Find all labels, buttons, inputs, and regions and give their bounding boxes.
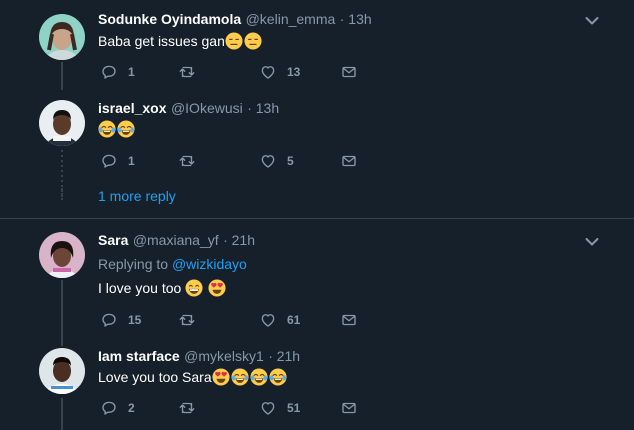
display-name[interactable]: Iam starface bbox=[98, 348, 180, 364]
envelope-icon bbox=[340, 152, 358, 170]
timestamp[interactable]: · 21h bbox=[268, 348, 300, 364]
tweet-text: I love you too bbox=[98, 279, 227, 297]
thread-line bbox=[61, 398, 63, 430]
display-name[interactable]: Sodunke Oyindamola bbox=[98, 11, 241, 27]
thread-line bbox=[61, 62, 63, 90]
tweet-header: Sodunke Oyindamola @kelin_emma · 13h bbox=[98, 11, 372, 29]
expressionless-emoji-icon bbox=[225, 32, 243, 50]
dm-button[interactable] bbox=[340, 311, 358, 329]
reply-count: 1 bbox=[128, 154, 135, 168]
reply-count: 2 bbox=[128, 401, 135, 415]
envelope-icon bbox=[340, 63, 358, 81]
retweet-icon bbox=[178, 399, 196, 417]
like-count: 51 bbox=[287, 401, 301, 415]
thread-dots bbox=[61, 188, 63, 203]
like-button[interactable]: 61 bbox=[259, 311, 300, 329]
reply-button[interactable]: 2 bbox=[100, 399, 135, 417]
reply-button[interactable]: 1 bbox=[100, 63, 135, 81]
joy-emoji-icon bbox=[250, 368, 268, 386]
tweet-header: israel_xox @IOkewusi · 13h bbox=[98, 100, 279, 118]
display-name[interactable]: israel_xox bbox=[98, 100, 167, 116]
heart-icon bbox=[259, 63, 277, 81]
thread-line bbox=[61, 280, 63, 346]
like-count: 13 bbox=[287, 65, 301, 79]
like-button[interactable]: 5 bbox=[259, 152, 294, 170]
dm-button[interactable] bbox=[340, 63, 358, 81]
tweet-text: Love you too Sara bbox=[98, 368, 288, 386]
joy-emoji-icon bbox=[269, 368, 287, 386]
reply-button[interactable]: 15 bbox=[100, 311, 141, 329]
expressionless-emoji-icon bbox=[244, 32, 262, 50]
like-count: 61 bbox=[287, 313, 301, 327]
display-name[interactable]: Sara bbox=[98, 232, 128, 248]
heart-icon bbox=[259, 152, 277, 170]
handle[interactable]: @maxiana_yf bbox=[133, 232, 219, 248]
envelope-icon bbox=[340, 399, 358, 417]
joy-emoji-icon bbox=[98, 120, 116, 138]
joy-emoji-icon bbox=[117, 120, 135, 138]
like-button[interactable]: 51 bbox=[259, 399, 300, 417]
reply-icon bbox=[100, 152, 118, 170]
heart-icon bbox=[259, 399, 277, 417]
retweet-icon bbox=[178, 152, 196, 170]
avatar[interactable] bbox=[39, 232, 85, 278]
like-count: 5 bbox=[287, 154, 294, 168]
reply-count: 15 bbox=[128, 313, 142, 327]
envelope-icon bbox=[340, 311, 358, 329]
dm-button[interactable] bbox=[340, 399, 358, 417]
handle[interactable]: @IOkewusi bbox=[171, 100, 243, 116]
divider bbox=[0, 218, 634, 219]
reply-icon bbox=[100, 63, 118, 81]
tweet-text: Baba get issues gan bbox=[98, 32, 263, 50]
like-button[interactable]: 13 bbox=[259, 63, 300, 81]
heart-icon bbox=[259, 311, 277, 329]
handle[interactable]: @kelin_emma bbox=[246, 11, 336, 27]
avatar[interactable] bbox=[39, 14, 85, 60]
timestamp[interactable]: · 13h bbox=[247, 100, 279, 116]
timestamp[interactable]: · 13h bbox=[340, 11, 372, 27]
avatar[interactable] bbox=[39, 348, 85, 394]
replying-to: Replying to @wizkidayo bbox=[98, 256, 247, 272]
avatar[interactable] bbox=[39, 100, 85, 146]
reply-count: 1 bbox=[128, 65, 135, 79]
chevron-down-icon[interactable] bbox=[585, 237, 599, 247]
heart-eyes-emoji-icon bbox=[212, 368, 230, 386]
more-replies-link[interactable]: 1 more reply bbox=[98, 188, 176, 204]
tweet-text bbox=[98, 120, 136, 138]
retweet-icon bbox=[178, 311, 196, 329]
tweet-header: Iam starface @mykelsky1 · 21h bbox=[98, 348, 300, 366]
retweet-button[interactable] bbox=[178, 311, 196, 329]
grin-emoji-icon bbox=[185, 279, 203, 297]
reply-icon bbox=[100, 399, 118, 417]
handle[interactable]: @mykelsky1 bbox=[184, 348, 264, 364]
retweet-icon bbox=[178, 63, 196, 81]
joy-emoji-icon bbox=[231, 368, 249, 386]
dm-button[interactable] bbox=[340, 152, 358, 170]
mention-link[interactable]: @wizkidayo bbox=[172, 256, 247, 272]
chevron-down-icon[interactable] bbox=[585, 16, 599, 26]
reply-icon bbox=[100, 311, 118, 329]
retweet-button[interactable] bbox=[178, 152, 196, 170]
reply-button[interactable]: 1 bbox=[100, 152, 135, 170]
timestamp[interactable]: · 21h bbox=[223, 232, 255, 248]
retweet-button[interactable] bbox=[178, 399, 196, 417]
heart-eyes-emoji-icon bbox=[208, 279, 226, 297]
retweet-button[interactable] bbox=[178, 63, 196, 81]
tweet-header: Sara @maxiana_yf · 21h bbox=[98, 232, 255, 250]
